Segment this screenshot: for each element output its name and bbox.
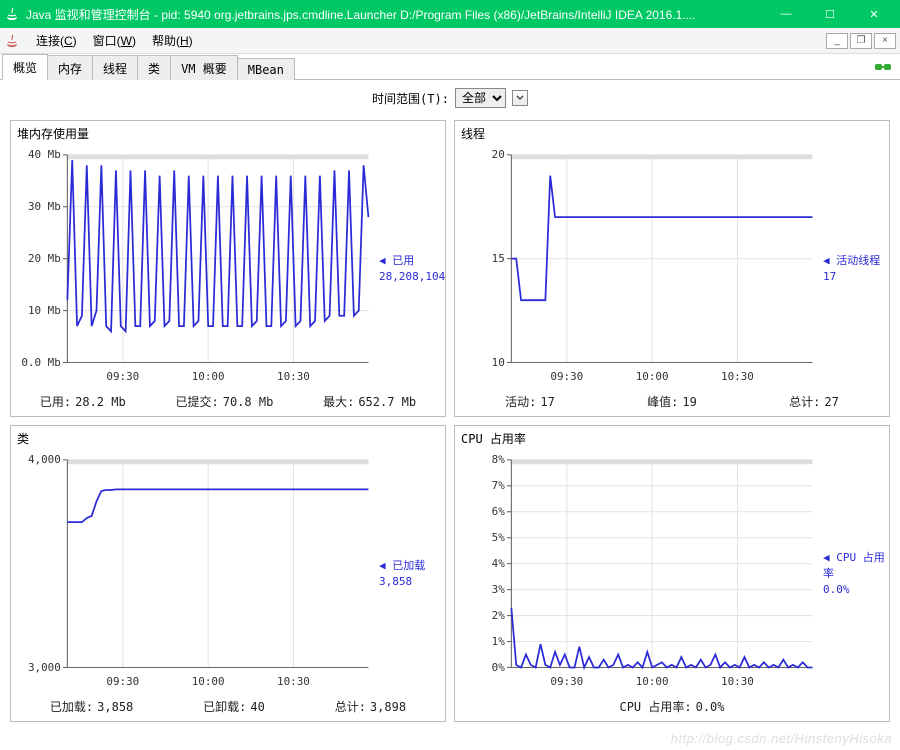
svg-text:09:30: 09:30 (106, 675, 139, 688)
svg-text:10:30: 10:30 (277, 370, 310, 383)
svg-text:10 Mb: 10 Mb (28, 304, 61, 317)
svg-text:10:30: 10:30 (277, 675, 310, 688)
mdi-close[interactable]: × (874, 33, 896, 49)
threads-side-label: ◀ 活动线程 17 (819, 146, 885, 389)
svg-text:0%: 0% (492, 661, 506, 674)
titlebar: Java 监视和管理控制台 - pid: 5940 org.jetbrains.… (0, 0, 900, 28)
panel-title: CPU 占用率 (459, 428, 885, 451)
cpu-panel: CPU 占用率 0% 1% 2% 3% 4% 5% 6% 7% 8% 09:30 10:00 10:3… (454, 425, 890, 722)
menubar: 连接(C) 窗口(W) 帮助(H) _ ❐ × (0, 28, 900, 54)
svg-text:10:30: 10:30 (721, 370, 754, 383)
tab-memory[interactable]: 内存 (47, 55, 93, 80)
java-icon (4, 6, 20, 22)
threads-chart[interactable]: 10 15 20 09:30 10:00 10:30 (459, 146, 819, 389)
svg-text:6%: 6% (492, 505, 506, 518)
svg-text:10:30: 10:30 (721, 675, 754, 688)
classes-footer: 已加载:3,858 已卸载:40 总计:3,898 (15, 694, 441, 717)
panel-title: 线程 (459, 123, 885, 146)
svg-text:10:00: 10:00 (192, 675, 225, 688)
heap-footer: 已用:28.2 Mb 已提交:70.8 Mb 最大:652.7 Mb (15, 389, 441, 412)
svg-text:10:00: 10:00 (636, 675, 669, 688)
svg-text:3%: 3% (492, 583, 506, 596)
classes-side-label: ◀ 已加载 3,858 (375, 451, 441, 694)
window-title: Java 监视和管理控制台 - pid: 5940 org.jetbrains.… (26, 6, 764, 23)
svg-text:10:00: 10:00 (636, 370, 669, 383)
svg-text:09:30: 09:30 (550, 370, 583, 383)
time-range-label: 时间范围(T): (372, 90, 449, 107)
svg-text:10:00: 10:00 (192, 370, 225, 383)
mdi-controls: _ ❐ × (826, 33, 896, 49)
svg-text:20: 20 (492, 148, 505, 161)
cpu-side-label: ◀ CPU 占用率 0.0% (819, 451, 885, 694)
svg-text:1%: 1% (492, 635, 506, 648)
svg-text:15: 15 (492, 252, 505, 265)
menu-help[interactable]: 帮助(H) (144, 29, 201, 52)
svg-text:40 Mb: 40 Mb (28, 148, 61, 161)
tab-overview[interactable]: 概览 (2, 54, 48, 80)
maximize-button[interactable]: ☐ (808, 0, 852, 28)
charts-grid: 堆内存使用量 0.0 Mb10 Mb20 Mb30 Mb40 Mb09:3010… (0, 116, 900, 730)
cpu-chart[interactable]: 0% 1% 2% 3% 4% 5% 6% 7% 8% 09:30 10:00 10:30 (459, 451, 819, 694)
tab-classes[interactable]: 类 (137, 55, 171, 80)
svg-text:4%: 4% (492, 557, 506, 570)
mdi-restore[interactable]: ❐ (850, 33, 872, 49)
threads-panel: 线程 10 15 20 09:30 10:00 10:30 ◀ 活动线程 17 活动:17… (454, 120, 890, 417)
svg-text:5%: 5% (492, 531, 506, 544)
svg-text:7%: 7% (492, 479, 506, 492)
svg-text:3,000: 3,000 (28, 661, 61, 674)
classes-panel: 类 3,0004,00009:3010:0010:30 ◀ 已加载 3,858 … (10, 425, 446, 722)
svg-text:8%: 8% (492, 453, 506, 466)
cpu-footer: CPU 占用率:0.0% (459, 694, 885, 717)
svg-text:09:30: 09:30 (106, 370, 139, 383)
tab-mbean[interactable]: MBean (237, 58, 295, 80)
svg-text:09:30: 09:30 (550, 675, 583, 688)
time-range-bar: 时间范围(T): 全部 (0, 80, 900, 116)
svg-text:4,000: 4,000 (28, 453, 61, 466)
mdi-minimize[interactable]: _ (826, 33, 848, 49)
tab-vm[interactable]: VM 概要 (170, 55, 238, 80)
time-range-dropdown-icon[interactable] (512, 90, 528, 106)
time-range-select[interactable]: 全部 (455, 88, 506, 108)
close-button[interactable]: ✕ (852, 0, 896, 28)
classes-chart[interactable]: 3,000 4,000 09:30 10:00 10:30 (15, 451, 375, 694)
svg-text:2%: 2% (492, 609, 506, 622)
svg-text:20 Mb: 20 Mb (28, 252, 61, 265)
watermark: http://blog.csdn.net/HinstenyHisoka (671, 731, 892, 746)
panel-title: 类 (15, 428, 441, 451)
heap-side-label: ◀ 已用 28,208,104 (375, 146, 441, 389)
minimize-button[interactable]: — (764, 0, 808, 28)
svg-text:0.0 Mb: 0.0 Mb (21, 356, 60, 369)
svg-text:10: 10 (492, 356, 505, 369)
heap-chart[interactable]: 0.0 Mb 10 Mb 20 Mb 30 Mb 40 Mb 09:30 10:00 10:3… (15, 146, 375, 389)
menu-window[interactable]: 窗口(W) (85, 29, 144, 52)
heap-panel: 堆内存使用量 0.0 Mb 10 Mb 20 Mb 30 Mb 40 Mb 09:30 10… (10, 120, 446, 417)
java-icon (4, 33, 20, 49)
panel-title: 堆内存使用量 (15, 123, 441, 146)
menu-connect[interactable]: 连接(C) (28, 29, 85, 52)
connection-status-icon (874, 60, 892, 74)
tab-threads[interactable]: 线程 (92, 55, 138, 80)
tab-strip: 概览 内存 线程 类 VM 概要 MBean (0, 54, 900, 80)
threads-footer: 活动:17 峰值:19 总计:27 (459, 389, 885, 412)
svg-text:30 Mb: 30 Mb (28, 200, 61, 213)
